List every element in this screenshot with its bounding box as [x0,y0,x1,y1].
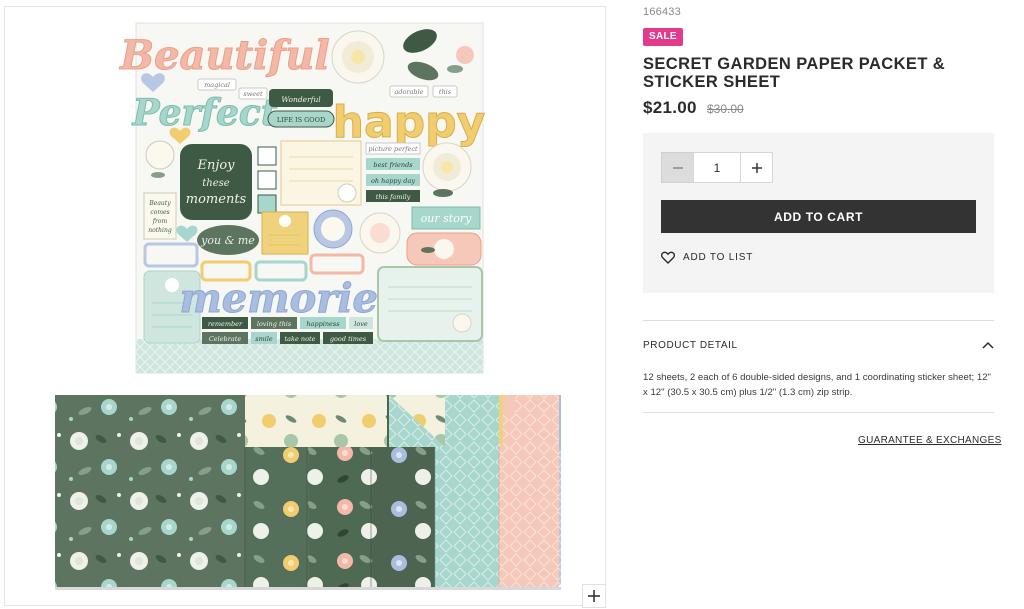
original-price: $30.00 [707,102,744,116]
zoom-button[interactable] [582,584,606,608]
tag-loving-this: loving this [257,320,292,328]
tag-remember: remember [208,320,243,328]
sticker-moments: moments [186,192,247,207]
plus-icon [588,590,600,602]
sticker-wonderful: Wonderful [281,95,321,104]
paper-stack [55,395,561,590]
tag-take-note: take note [285,335,316,343]
sticker-adorable: adorable [394,88,423,96]
product-image-panel[interactable]: Beautiful magical sweet adorable this Pe… [4,6,606,606]
tag-love: love [354,320,368,328]
sticker-nothing: nothing [148,227,172,234]
tag-happiness: happiness [306,320,340,328]
product-price: $21.00 [643,98,697,117]
sticker-picture-perfect: picture perfect [368,145,418,153]
sticker-beautiful: Beautiful [119,32,329,79]
sticker-these: these [202,178,230,189]
product-detail-heading: PRODUCT DETAIL [643,339,738,351]
product-detail-toggle[interactable]: PRODUCT DETAIL [643,337,994,353]
sticker-happy: happy [333,97,486,148]
add-to-cart-button[interactable]: ADD TO CART [661,200,976,233]
sticker-this-family: this family [376,193,411,201]
sticker-you-me: you & me [200,234,255,247]
plus-icon [751,162,762,173]
tag-smile: smile [255,335,273,343]
sticker-sheet: Beautiful magical sweet adorable this Pe… [119,22,486,374]
sticker-from: from [152,218,168,225]
add-to-list-label: ADD TO LIST [683,252,754,263]
guarantee-exchanges-link[interactable]: GUARANTEE & EXCHANGES [858,435,1002,446]
sticker-magical: magical [204,81,230,89]
tag-good-times: good times [330,335,367,343]
minus-icon [672,166,683,169]
sticker-comes: comes [150,209,169,216]
sticker-perfect: Perfect [132,92,278,134]
sticker-memories: memories [179,275,400,322]
sticker-best-friends: best friends [373,161,413,169]
chevron-up-icon [982,341,994,349]
sticker-beauty: Beauty [148,200,171,207]
quantity-input[interactable] [693,152,741,183]
sticker-oh-happy-day: oh happy day [371,177,415,185]
sticker-our-story: our story [421,212,472,225]
sale-badge: SALE [643,28,683,46]
cart-box: ADD TO CART ADD TO LIST [643,133,994,293]
product-sku: 166433 [643,6,681,18]
sticker-enjoy: Enjoy [196,158,235,173]
tag-celebrate: Celebrate [209,335,242,343]
divider [643,412,994,413]
sticker-this: this [439,88,452,96]
quantity-decrease-button[interactable] [661,152,694,183]
add-to-list-button[interactable]: ADD TO LIST [661,251,753,264]
product-description: 12 sheets, 2 each of 6 double-sided desi… [643,372,991,398]
quantity-increase-button[interactable] [740,152,773,183]
heart-icon [661,251,675,264]
sticker-life-is-good: LIFE IS GOOD [277,116,325,124]
divider [643,320,994,321]
product-image: Beautiful magical sweet adorable this Pe… [55,22,561,590]
product-title: SECRET GARDEN PAPER PACKET & STICKER SHE… [643,55,946,91]
